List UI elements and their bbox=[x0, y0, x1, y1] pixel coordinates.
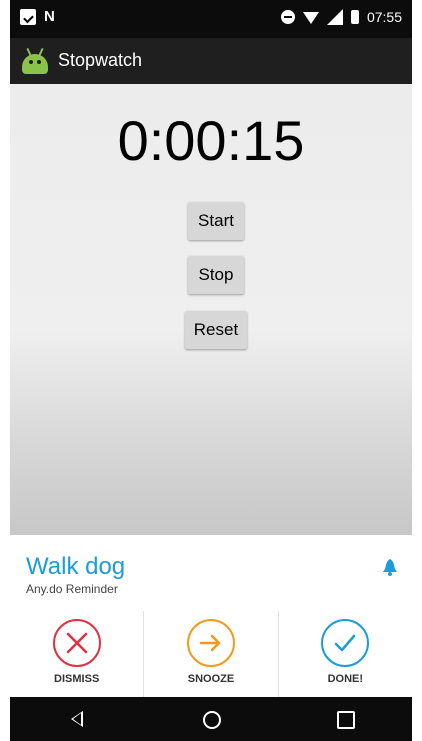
app-bar: Stopwatch bbox=[10, 38, 412, 84]
home-button[interactable] bbox=[176, 697, 246, 741]
recent-apps-icon bbox=[337, 711, 355, 729]
reminder-notification[interactable]: Walk dog Any.do Reminder DISMISS SNOOZE … bbox=[10, 535, 412, 697]
arrow-right-icon bbox=[186, 619, 235, 667]
snooze-action[interactable]: SNOOZE bbox=[143, 611, 277, 697]
reset-button[interactable]: Reset bbox=[185, 311, 247, 349]
do-not-disturb-icon bbox=[280, 10, 295, 24]
signal-icon bbox=[326, 9, 343, 25]
check-icon bbox=[321, 619, 370, 667]
snooze-label: SNOOZE bbox=[187, 673, 235, 685]
home-icon bbox=[203, 711, 221, 729]
status-left: N bbox=[20, 9, 60, 25]
x-icon bbox=[52, 619, 101, 667]
notification-title: Walk dog bbox=[26, 553, 126, 580]
status-right: 07:55 bbox=[280, 9, 402, 25]
notification-actions: DISMISS SNOOZE DONE! bbox=[10, 611, 412, 697]
done-action[interactable]: DONE! bbox=[277, 611, 412, 697]
status-time: 07:55 bbox=[366, 9, 402, 25]
notification-subtitle: Any.do Reminder bbox=[26, 582, 118, 596]
bell-icon bbox=[383, 559, 397, 576]
stopwatch-content: 0:00:15 Start Stop Reset bbox=[10, 84, 412, 535]
timer-display: 0:00:15 bbox=[117, 109, 305, 172]
n-icon: N bbox=[44, 8, 55, 25]
status-bar: N 07:55 bbox=[10, 0, 412, 38]
app-title: Stopwatch bbox=[58, 50, 143, 70]
back-button[interactable] bbox=[42, 697, 112, 741]
done-label: DONE! bbox=[327, 673, 364, 685]
wifi-icon bbox=[302, 12, 319, 24]
stop-button[interactable]: Stop bbox=[188, 256, 244, 294]
recent-apps-button[interactable] bbox=[310, 697, 380, 741]
dismiss-action[interactable]: DISMISS bbox=[10, 611, 143, 697]
start-button[interactable]: Start bbox=[188, 202, 244, 240]
back-icon bbox=[71, 711, 83, 727]
battery-icon bbox=[350, 10, 359, 24]
check-box-icon bbox=[20, 9, 36, 25]
dismiss-label: DISMISS bbox=[54, 673, 100, 685]
android-icon bbox=[22, 47, 48, 74]
navigation-bar bbox=[10, 697, 412, 741]
phone-screen: N 07:55 Stopwatch 0:00:15 Start Stop Res… bbox=[0, 0, 422, 741]
